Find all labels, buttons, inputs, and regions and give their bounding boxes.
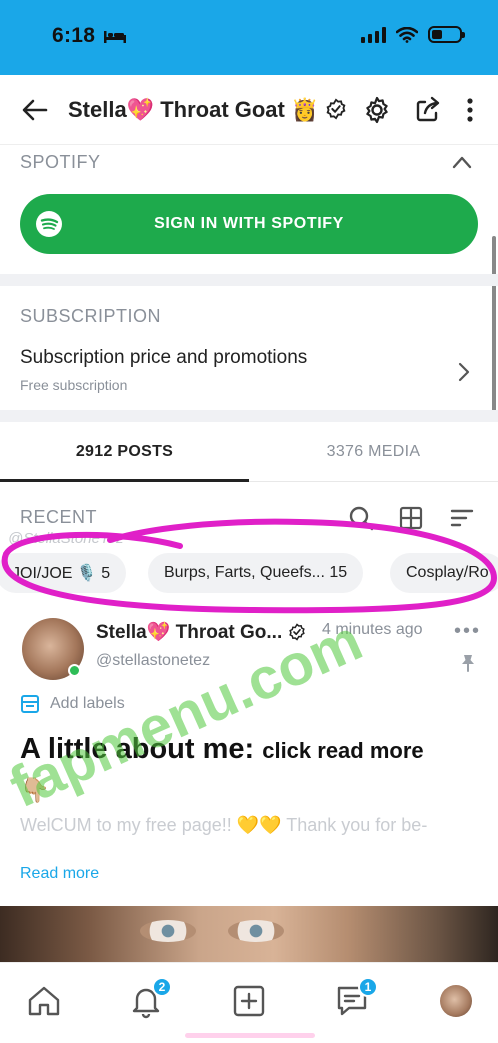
wifi-icon xyxy=(396,26,418,43)
status-indicators xyxy=(361,26,465,43)
sleep-mode-icon xyxy=(104,31,126,43)
post-heading-small: click read more xyxy=(262,738,424,763)
grid-view-icon[interactable] xyxy=(398,505,424,531)
chip-burps[interactable]: Burps, Farts, Queefs... 15 xyxy=(148,553,364,593)
post-author-name: Stella💖 Throat Go... xyxy=(96,622,283,643)
settings-gear-icon[interactable] xyxy=(362,95,392,125)
sort-icon[interactable] xyxy=(449,505,475,531)
recent-label: RECENT xyxy=(20,507,98,527)
recent-toolbar: RECENT xyxy=(0,505,498,533)
status-time: 6:18 xyxy=(52,24,96,47)
spotify-logo-icon xyxy=(36,211,62,237)
spotify-signin-label: SIGN IN WITH SPOTIFY xyxy=(154,215,344,232)
post-body-text: WelCUM to my free page!! 💛💛 Thank you fo… xyxy=(20,815,428,835)
more-vertical-icon[interactable] xyxy=(455,95,485,125)
spotify-signin-button[interactable]: SIGN IN WITH SPOTIFY xyxy=(20,194,478,254)
tab-posts[interactable]: 2912 POSTS xyxy=(0,422,249,482)
verified-badge-icon xyxy=(326,98,345,120)
label-chips: JOI/JOE 🎙️ 5 Burps, Farts, Queefs... 15 … xyxy=(0,553,498,595)
profile-avatar[interactable] xyxy=(440,985,472,1017)
battery-icon xyxy=(428,26,465,43)
tab-media[interactable]: 3376 MEDIA xyxy=(249,422,498,482)
notifications-button[interactable]: 2 xyxy=(128,977,172,1019)
active-tab-indicator xyxy=(0,479,249,482)
post-more-options[interactable]: ••• xyxy=(454,620,481,643)
home-icon[interactable] xyxy=(26,983,62,1019)
chevron-up-icon[interactable] xyxy=(452,155,472,169)
spotify-section-label: SPOTIFY xyxy=(20,152,101,172)
page-title: Stella💖 Throat Goat 👸 xyxy=(68,97,347,123)
search-icon[interactable] xyxy=(348,505,374,531)
cellular-signal-icon xyxy=(361,26,386,43)
chip-joi-joe[interactable]: JOI/JOE 🎙️ 5 xyxy=(0,553,127,593)
add-post-icon[interactable] xyxy=(231,983,267,1019)
bottom-navigation: 2 1 xyxy=(0,962,498,1043)
section-divider xyxy=(0,274,498,286)
messages-badge: 1 xyxy=(358,977,378,997)
share-icon[interactable] xyxy=(413,95,443,125)
eye-left xyxy=(140,920,196,942)
watermark-handle: @StellaStoneTez xyxy=(8,530,124,547)
online-status-dot xyxy=(68,664,81,677)
subscription-status: Free subscription xyxy=(20,377,128,393)
pin-icon xyxy=(462,655,474,672)
post-author-handle[interactable]: @stellastonetez xyxy=(96,652,210,670)
chip-cosplay[interactable]: Cosplay/Ro xyxy=(390,553,498,593)
status-bar: 6:18 xyxy=(0,0,498,75)
profile-header: Stella💖 Throat Goat 👸 xyxy=(0,75,498,145)
subscription-section-label: SUBSCRIPTION xyxy=(20,306,162,326)
home-indicator xyxy=(185,1033,315,1038)
label-icon xyxy=(21,695,39,713)
subscription-price-label[interactable]: Subscription price and promotions xyxy=(20,347,307,369)
notifications-badge: 2 xyxy=(152,977,172,997)
eye-right xyxy=(228,920,284,942)
scrollbar[interactable] xyxy=(492,236,496,416)
content-tabs: 2912 POSTS 3376 MEDIA xyxy=(0,422,498,482)
post-image[interactable] xyxy=(0,906,498,962)
read-more-link[interactable]: Read more xyxy=(20,865,99,883)
messages-button[interactable]: 1 xyxy=(334,977,378,1019)
back-arrow-icon[interactable] xyxy=(20,95,50,125)
profile-name: Stella💖 Throat Goat 👸 xyxy=(68,97,319,122)
section-divider xyxy=(0,410,498,422)
chevron-right-icon[interactable] xyxy=(458,362,470,382)
